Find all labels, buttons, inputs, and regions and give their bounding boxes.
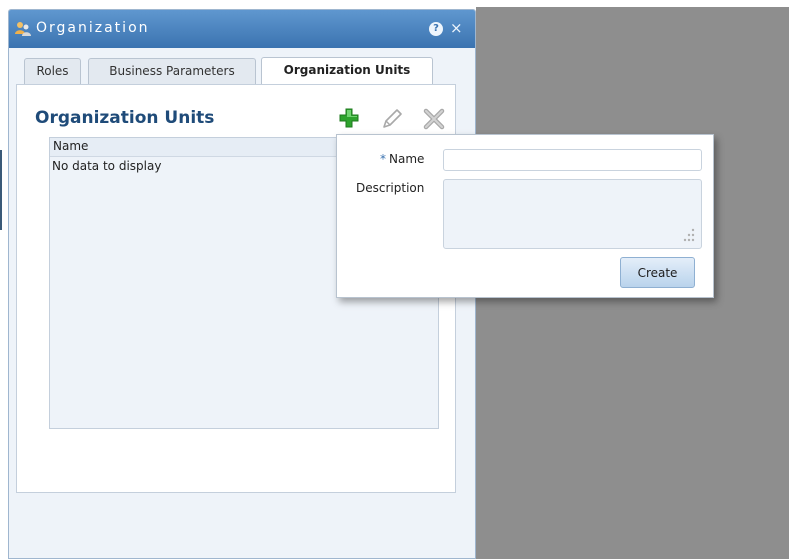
delete-icon[interactable] (423, 108, 445, 130)
close-icon[interactable]: × (450, 19, 463, 37)
users-icon (15, 22, 31, 36)
tab-business-parameters[interactable]: Business Parameters (88, 58, 256, 85)
description-input[interactable] (443, 179, 702, 249)
name-label: * Name (380, 152, 424, 166)
required-marker: * (380, 152, 386, 166)
window-title: Organization (36, 20, 150, 36)
help-icon[interactable]: ? (429, 22, 443, 36)
name-label-text: Name (389, 152, 425, 166)
tab-roles[interactable]: Roles (24, 58, 81, 85)
left-edge-border (0, 150, 2, 230)
edit-icon[interactable] (381, 108, 403, 130)
resize-grip-icon[interactable] (677, 227, 697, 245)
description-label: Description (356, 181, 425, 195)
name-input[interactable] (443, 149, 702, 171)
tab-organization-units[interactable]: Organization Units (261, 57, 433, 85)
empty-table-message: No data to display (52, 159, 162, 173)
add-icon[interactable] (339, 108, 359, 128)
section-title: Organization Units (35, 108, 215, 128)
window-titlebar[interactable]: Organization ? × (9, 10, 475, 48)
column-header-name[interactable]: Name (53, 139, 88, 153)
create-button[interactable]: Create (620, 257, 695, 288)
